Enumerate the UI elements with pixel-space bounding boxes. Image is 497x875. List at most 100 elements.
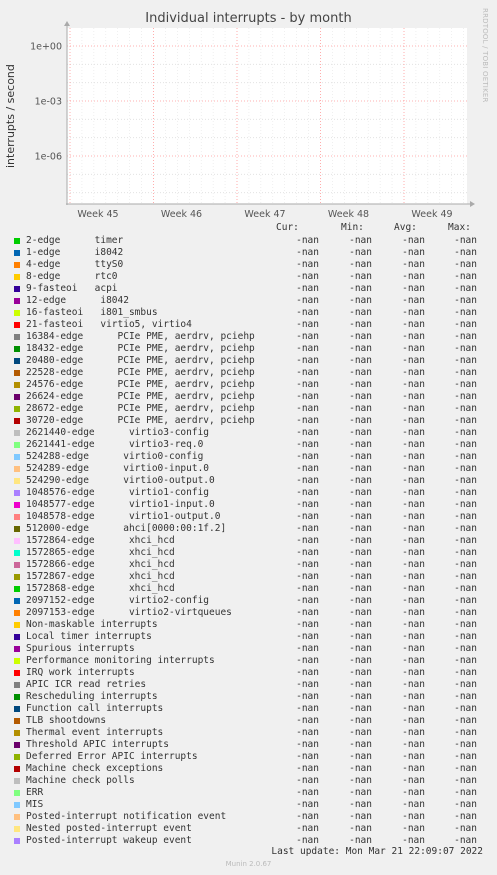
legend-max-value: -nan <box>454 535 477 546</box>
legend-avg-value: -nan <box>402 367 425 378</box>
legend-avg-value: -nan <box>402 451 425 462</box>
legend-swatch <box>14 742 20 748</box>
legend-cur-value: -nan <box>296 775 319 786</box>
legend-row: 524288-edge virtio0-config -nan -nan -nan -n… <box>0 451 497 463</box>
legend-min-value: -nan <box>349 307 372 318</box>
legend-min-value: -nan <box>349 679 372 690</box>
header-cur: Cur: <box>276 222 299 233</box>
legend-row: 1572867-edge xhci_hcd -nan -nan -nan -nan <box>0 571 497 583</box>
legend-max-value: -nan <box>454 811 477 822</box>
legend-swatch <box>14 730 20 736</box>
legend-row: 1572868-edge xhci_hcd -nan -nan -nan -nan <box>0 583 497 595</box>
legend-cur-value: -nan <box>296 499 319 510</box>
legend-min-value: -nan <box>349 511 372 522</box>
legend-cur-value: -nan <box>296 655 319 666</box>
legend-label: 16-fasteoi i801_smbus <box>26 307 158 318</box>
legend-swatch <box>14 526 20 532</box>
legend-min-value: -nan <box>349 619 372 630</box>
legend-cur-value: -nan <box>296 607 319 618</box>
legend-cur-value: -nan <box>296 475 319 486</box>
legend-label: 12-edge i8042 <box>26 295 129 306</box>
legend-row: 2621441-edge virtio3-req.0 -nan -nan -nan -n… <box>0 439 497 451</box>
legend-label: 2097153-edge virtio2-virtqueues <box>26 607 232 618</box>
legend-cur-value: -nan <box>296 403 319 414</box>
legend-max-value: -nan <box>454 487 477 498</box>
legend-swatch <box>14 358 20 364</box>
legend-swatch <box>14 802 20 808</box>
legend-row: TLB shootdowns -nan -nan -nan -nan <box>0 715 497 727</box>
chart-plot: 1e+001e-031e-06 Week 45 Week 46 Week 47 Wee… <box>30 21 475 220</box>
legend-label: 20480-edge PCIe PME, aerdrv, pciehp <box>26 355 255 366</box>
legend-swatch <box>14 442 20 448</box>
legend-swatch <box>14 562 20 568</box>
legend-cur-value: -nan <box>296 643 319 654</box>
legend-label: Posted-interrupt notification event <box>26 811 227 822</box>
legend-label: Machine check polls <box>26 775 135 786</box>
legend-row: 1048578-edge virtio1-output.0 -nan -nan -na… <box>0 511 497 523</box>
legend-min-value: -nan <box>349 427 372 438</box>
legend-cur-value: -nan <box>296 259 319 270</box>
legend-label: 1572865-edge xhci_hcd <box>26 547 175 558</box>
legend-swatch <box>14 622 20 628</box>
legend-label: 30720-edge PCIe PME, aerdrv, pciehp <box>26 415 255 426</box>
legend-cur-value: -nan <box>296 727 319 738</box>
legend-label: APIC ICR read retries <box>26 679 147 690</box>
legend-cur-value: -nan <box>296 595 319 606</box>
legend-label: 1572866-edge xhci_hcd <box>26 559 175 570</box>
legend-avg-value: -nan <box>402 595 425 606</box>
legend-row: Threshold APIC interrupts -nan -nan -nan -na… <box>0 739 497 751</box>
legend-swatch <box>14 514 20 520</box>
legend-min-value: -nan <box>349 259 372 270</box>
legend-cur-value: -nan <box>296 451 319 462</box>
legend-max-value: -nan <box>454 379 477 390</box>
legend-cur-value: -nan <box>296 463 319 474</box>
legend-swatch <box>14 610 20 616</box>
legend-row: 2097152-edge virtio2-config -nan -nan -nan -… <box>0 595 497 607</box>
legend-cur-value: -nan <box>296 523 319 534</box>
legend-row: Machine check exceptions -nan -nan -nan -nan <box>0 763 497 775</box>
legend-cur-value: -nan <box>296 343 319 354</box>
legend-min-value: -nan <box>349 631 372 642</box>
legend-avg-value: -nan <box>402 715 425 726</box>
legend-cur-value: -nan <box>296 487 319 498</box>
legend-min-value: -nan <box>349 355 372 366</box>
legend-cur-value: -nan <box>296 667 319 678</box>
y-ticks: 1e+00 1e-03 1e-06 <box>30 42 62 163</box>
legend-label: Rescheduling interrupts <box>26 691 158 702</box>
legend-min-value: -nan <box>349 559 372 570</box>
legend-avg-value: -nan <box>402 415 425 426</box>
legend-max-value: -nan <box>454 799 477 810</box>
legend-swatch <box>14 298 20 304</box>
legend-swatch <box>14 550 20 556</box>
legend-max-value: -nan <box>454 451 477 462</box>
legend-min-value: -nan <box>349 271 372 282</box>
legend-row: 2-edge timer -nan -nan -nan -nan <box>0 235 497 247</box>
legend-cur-value: -nan <box>296 415 319 426</box>
legend-swatch <box>14 694 20 700</box>
legend-row: 21-fasteoi virtio5, virtio4 -nan -nan -nan -… <box>0 319 497 331</box>
legend-max-value: -nan <box>454 235 477 246</box>
legend-min-value: -nan <box>349 295 372 306</box>
legend-min-value: -nan <box>349 811 372 822</box>
legend-label: MIS <box>26 799 44 810</box>
legend-cur-value: -nan <box>296 559 319 570</box>
legend-label: 28672-edge PCIe PME, aerdrv, pciehp <box>26 403 255 414</box>
legend-label: Machine check exceptions <box>26 763 164 774</box>
legend-label: 2621440-edge virtio3-config <box>26 427 210 438</box>
legend-avg-value: -nan <box>402 787 425 798</box>
legend-label: 1572867-edge xhci_hcd <box>26 571 175 582</box>
legend-min-value: -nan <box>349 367 372 378</box>
legend-max-value: -nan <box>454 679 477 690</box>
legend-avg-value: -nan <box>402 667 425 678</box>
legend-avg-value: -nan <box>402 499 425 510</box>
legend-label: Nested posted-interrupt event <box>26 823 192 834</box>
legend-swatch <box>14 790 20 796</box>
legend-min-value: -nan <box>349 343 372 354</box>
last-update: Last update: Mon Mar 21 22:09:07 2022 <box>271 846 483 857</box>
legend-label: 512000-edge ahci[0000:00:1f.2] <box>26 523 227 534</box>
legend-max-value: -nan <box>454 595 477 606</box>
legend-label: 21-fasteoi virtio5, virtio4 <box>26 319 192 330</box>
legend-row: 512000-edge ahci[0000:00:1f.2] -nan -nan -n… <box>0 523 497 535</box>
legend-swatch <box>14 466 20 472</box>
legend-avg-value: -nan <box>402 319 425 330</box>
